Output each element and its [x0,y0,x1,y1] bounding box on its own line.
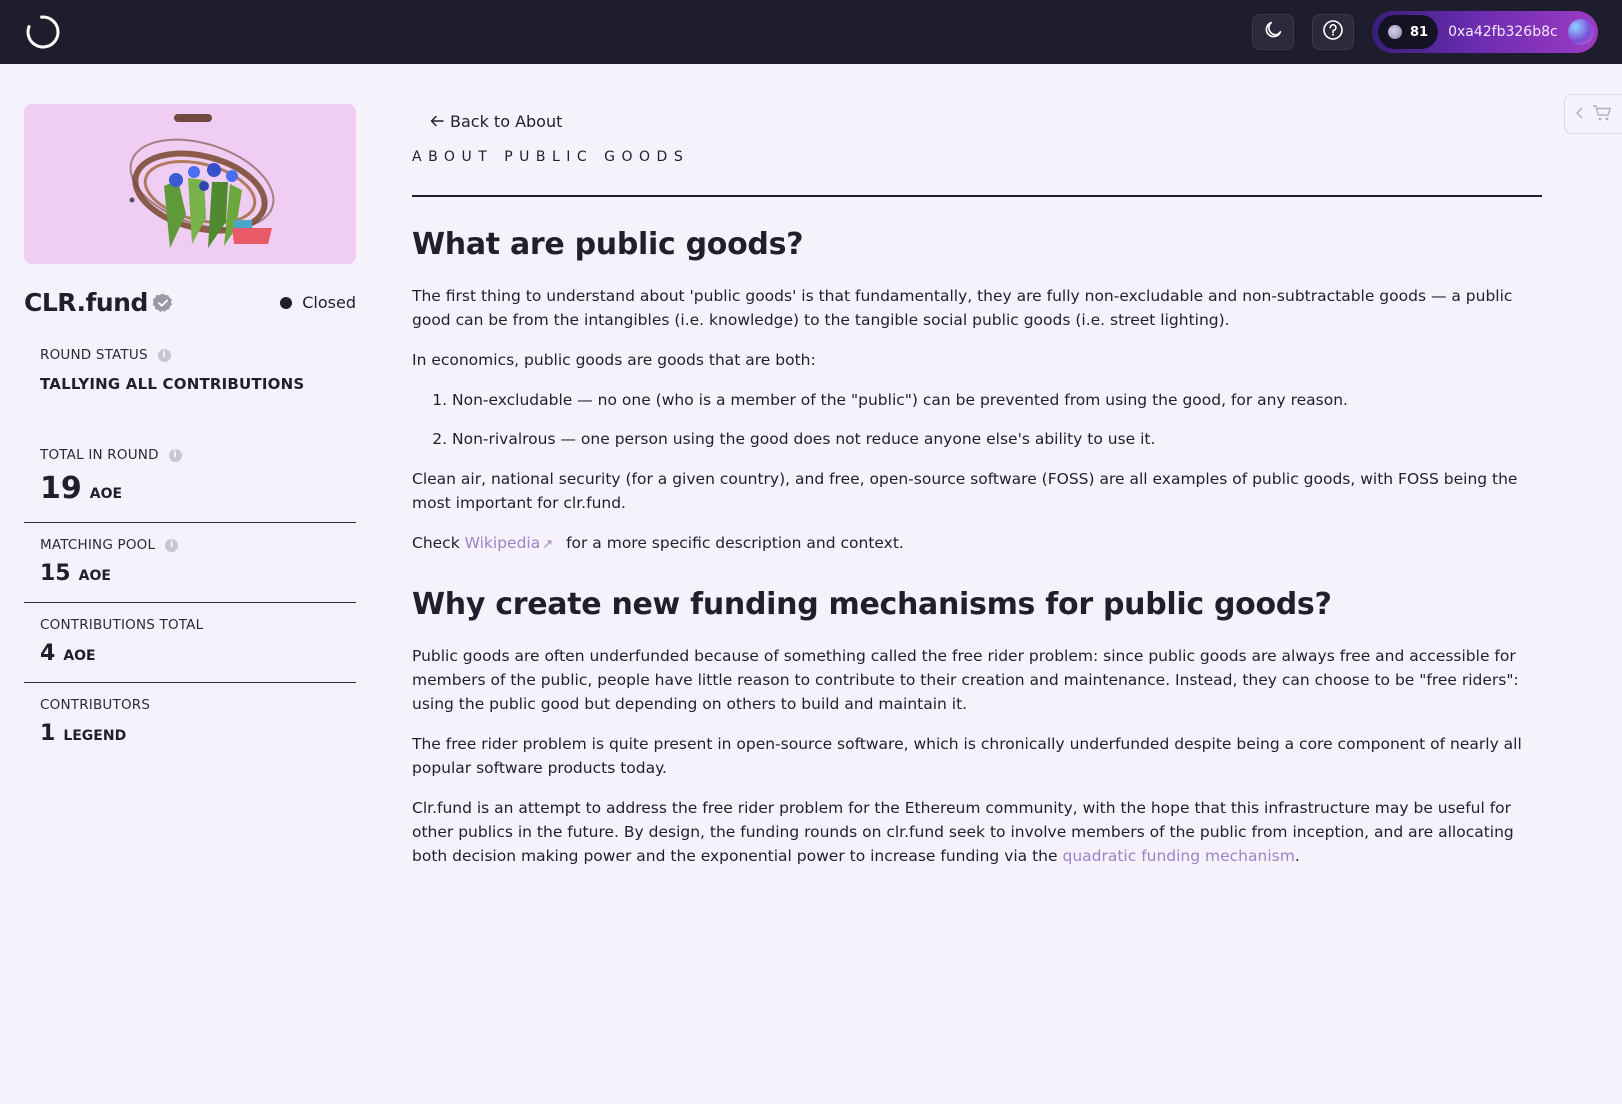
paragraph-quadratic: Clr.fund is an attempt to address the fr… [412,796,1542,868]
state-dot-icon [280,296,293,309]
public-goods-properties-list: Non-excludable — no one (who is a member… [452,388,1542,451]
stat-unit: LEGEND [63,728,127,744]
info-icon[interactable]: i [157,348,171,362]
stat-value-row: 19 AOE [40,471,340,506]
arrow-left-icon [430,112,444,131]
paragraph: Public goods are often underfunded becau… [412,647,1519,713]
stat-unit: AOE [89,486,123,502]
page-eyebrow: ABOUT PUBLIC GOODS [412,149,1542,197]
stat-value-row: 15 AOE [40,561,340,586]
top-bar-actions: 81 0xa42fb326b8c... [1252,11,1598,53]
cart-icon [1592,104,1612,125]
round-status-value: TALLYING ALL CONTRIBUTIONS [40,375,305,393]
back-link[interactable]: Back to About [430,112,562,131]
verified-badge-icon [152,292,174,314]
stat-label: TOTAL IN ROUND i [40,447,340,463]
stat-label: CONTRIBUTORS [40,697,340,713]
paragraph-wikipedia: Check Wikipedia ↗ for a more specific des… [412,531,1542,557]
round-sidebar: CLR.fund Closed ROUND STATUS i TALLYING … [24,104,356,762]
list-item: Non-excludable — no one (who is a member… [452,388,1542,412]
wallet-balance: 81 [1378,15,1439,49]
heading-what-are-public-goods: What are public goods? [412,227,804,262]
stat-label-text: MATCHING POOL [40,537,156,553]
stat-unit: AOE [78,568,111,584]
stat-value-row: 4 AOE [40,641,340,666]
stat-value: 4 [40,641,56,666]
round-image [24,104,356,264]
stat-label-text: CONTRIBUTORS [40,697,151,713]
stat-label-text: CONTRIBUTIONS TOTAL [40,617,204,633]
main-content: Back to About ABOUT PUBLIC GOODS What ar… [412,104,1542,884]
question-circle-icon [1322,19,1344,45]
external-arrow-icon: ↗ [542,537,554,552]
heading-why-new-mechanisms: Why create new funding mechanisms for pu… [412,587,1332,622]
theme-toggle-button[interactable] [1252,14,1294,50]
stat-total-in-round: TOTAL IN ROUND i 19 AOE [24,433,356,523]
wallet-balance-value: 81 [1410,24,1429,40]
round-title: CLR.fund [24,288,174,317]
stat-value: 1 [40,721,56,746]
paragraph: The free rider problem is quite present … [412,735,1522,777]
info-icon[interactable]: i [165,538,179,552]
stat-label-text: TOTAL IN ROUND [40,447,159,463]
back-link-label: Back to About [450,112,563,131]
round-status-label: ROUND STATUS i [40,347,340,363]
paragraph-text: Check [412,534,460,552]
paragraph-text: . [1294,847,1300,865]
quadratic-funding-link[interactable]: quadratic funding mechanism [1062,847,1294,865]
paragraph-text: for a more specific description and cont… [566,534,904,552]
stat-value: 15 [40,561,71,586]
stat-unit: AOE [63,648,96,664]
help-button[interactable] [1312,14,1354,50]
paragraph: The first thing to understand about 'pub… [412,287,1513,329]
stat-matching-pool: MATCHING POOL i 15 AOE [24,523,356,603]
paragraph: In economics, public goods are goods tha… [412,351,816,369]
paragraph-text: Clr.fund is an attempt to address the fr… [412,799,1514,865]
chevron-left-icon [1575,106,1584,122]
paragraph: Clean air, national security (for a give… [412,470,1518,512]
round-state-label: Closed [302,293,356,312]
stat-value-row: 1 LEGEND [40,721,340,746]
round-status-label-text: ROUND STATUS [40,347,148,363]
info-icon[interactable]: i [168,448,182,462]
stat-value: 19 [40,471,82,506]
wallet-button[interactable]: 81 0xa42fb326b8c... [1372,11,1598,53]
round-state: Closed [280,293,356,312]
stat-contributors: CONTRIBUTORS 1 LEGEND [24,683,356,762]
cart-toggle-button[interactable] [1564,94,1622,134]
round-name: CLR.fund [24,288,148,317]
round-status: ROUND STATUS i TALLYING ALL CONTRIBUTION… [24,317,356,433]
top-bar: 81 0xa42fb326b8c... [0,0,1622,64]
stat-label: MATCHING POOL i [40,537,340,553]
clrfund-logo-icon[interactable] [24,13,62,51]
wallet-address: 0xa42fb326b8c... [1448,24,1558,40]
wikipedia-link[interactable]: Wikipedia [465,534,541,552]
list-item: Non-rivalrous — one person using the goo… [452,427,1542,451]
stat-label: CONTRIBUTIONS TOTAL [40,617,340,633]
stat-contributions-total: CONTRIBUTIONS TOTAL 4 AOE [24,603,356,683]
token-icon [1388,25,1402,39]
round-header: CLR.fund Closed [24,288,356,317]
wallet-avatar [1568,19,1594,45]
moon-icon [1263,20,1283,44]
